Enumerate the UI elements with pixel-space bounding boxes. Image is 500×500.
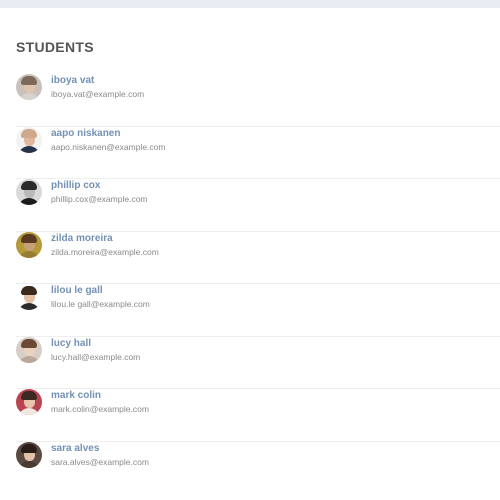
student-name[interactable]: sara alves [51, 443, 149, 455]
student-email: sara.alves@example.com [51, 456, 149, 467]
avatar-hair [21, 338, 37, 348]
student-name[interactable]: iboya vat [51, 75, 144, 87]
avatar-hair [21, 286, 37, 295]
student-info: mark colin mark.colin@example.com [51, 390, 149, 415]
students-panel: STUDENTS iboya vat iboya.vat@example.com a… [16, 38, 500, 494]
student-email: zilda.moreira@example.com [51, 246, 159, 257]
student-list: iboya vat iboya.vat@example.com aapo niska… [16, 74, 500, 494]
avatar[interactable] [16, 74, 42, 100]
student-row[interactable]: lilou le gall lilou.le gall@example.com [16, 284, 500, 337]
student-email: aapo.niskanen@example.com [51, 141, 166, 152]
student-name[interactable]: lucy hall [51, 338, 140, 350]
student-name[interactable]: lilou le gall [51, 285, 150, 297]
student-row[interactable]: zilda moreira zilda.moreira@example.com [16, 231, 500, 284]
student-info: phillip cox phillip.cox@example.com [51, 180, 148, 205]
avatar-hair [21, 181, 37, 190]
student-row[interactable]: lucy hall lucy.hall@example.com [16, 336, 500, 389]
student-email: phillip.cox@example.com [51, 194, 148, 204]
student-name[interactable]: mark colin [51, 390, 149, 402]
avatar-hair [21, 76, 37, 85]
student-email: lucy.hall@example.com [51, 351, 141, 362]
student-info: zilda moreira zilda.moreira@example.com [51, 233, 159, 258]
student-email: lilou.le gall@example.com [51, 299, 150, 309]
student-name[interactable]: aapo niskanen [51, 128, 165, 140]
student-row[interactable]: iboya vat iboya.vat@example.com [16, 74, 500, 127]
avatar-hair [21, 443, 37, 453]
student-row[interactable]: sara alves sara.alves@example.com [16, 441, 500, 495]
student-name[interactable]: zilda moreira [51, 233, 159, 245]
student-info: aapo niskanen aapo.niskanen@example.com [51, 128, 165, 153]
student-info: lucy hall lucy.hall@example.com [51, 338, 140, 363]
student-email: mark.colin@example.com [51, 404, 149, 414]
avatar[interactable] [16, 231, 42, 258]
top-bar [0, 0, 500, 8]
student-name[interactable]: phillip cox [51, 180, 148, 192]
student-info: lilou le gall lilou.le gall@example.com [51, 285, 150, 310]
avatar[interactable] [16, 389, 42, 415]
page-title: STUDENTS [16, 39, 94, 55]
avatar[interactable] [16, 126, 42, 153]
avatar[interactable] [16, 284, 42, 310]
avatar-hair [21, 233, 37, 243]
student-info: iboya vat iboya.vat@example.com [51, 75, 144, 100]
student-email: iboya.vat@example.com [51, 89, 145, 99]
student-info: sara alves sara.alves@example.com [51, 443, 149, 468]
student-row[interactable]: phillip cox phillip.cox@example.com [16, 179, 500, 232]
avatar-hair [21, 128, 37, 138]
student-row[interactable]: aapo niskanen aapo.niskanen@example.com [16, 126, 500, 179]
avatar-hair [21, 391, 37, 400]
avatar[interactable] [16, 336, 42, 363]
avatar[interactable] [16, 179, 42, 205]
avatar[interactable] [16, 441, 42, 468]
student-row[interactable]: mark colin mark.colin@example.com [16, 389, 500, 442]
